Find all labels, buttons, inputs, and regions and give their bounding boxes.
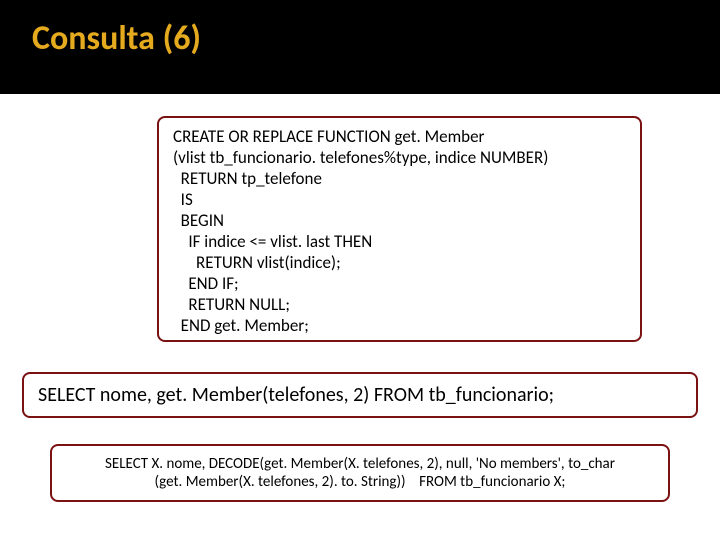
code-block-select-2: SELECT X. nome, DECODE(get. Member(X. te…	[50, 444, 670, 502]
code-line: RETURN tp_telefone	[173, 168, 626, 189]
code-line: (vlist tb_funcionario. telefones%type, i…	[173, 147, 626, 168]
slide-body: CREATE OR REPLACE FUNCTION get. Member (…	[0, 94, 720, 540]
code-block-select-1: SELECT nome, get. Member(telefones, 2) F…	[22, 372, 698, 418]
code-line: RETURN vlist(indice);	[173, 252, 626, 273]
slide-title: Consulta (6)	[32, 18, 201, 59]
code-block-function: CREATE OR REPLACE FUNCTION get. Member (…	[157, 116, 642, 342]
slide-header: Consulta (6)	[0, 0, 720, 94]
code-line: SELECT X. nome, DECODE(get. Member(X. te…	[105, 455, 615, 473]
code-line: CREATE OR REPLACE FUNCTION get. Member	[173, 126, 626, 147]
code-line: END IF;	[173, 273, 626, 294]
code-line: BEGIN	[173, 210, 626, 231]
code-line: (get. Member(X. telefones, 2). to. Strin…	[155, 473, 566, 491]
code-line: RETURN NULL;	[173, 294, 626, 315]
code-line: IS	[173, 189, 626, 210]
code-line: SELECT nome, get. Member(telefones, 2) F…	[38, 383, 554, 407]
code-line: END get. Member;	[173, 315, 626, 336]
code-line: IF indice <= vlist. last THEN	[173, 231, 626, 252]
